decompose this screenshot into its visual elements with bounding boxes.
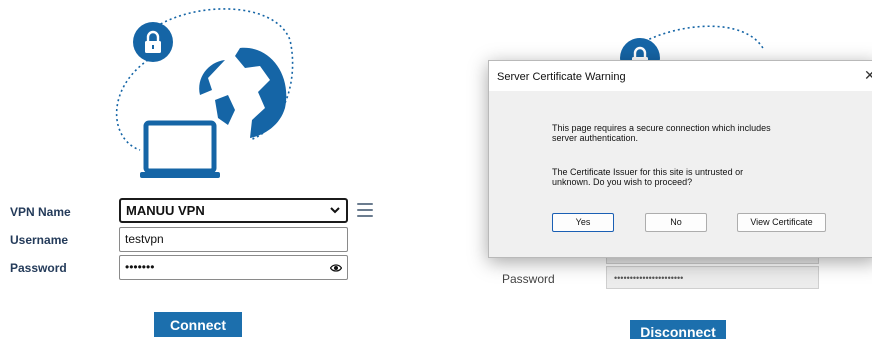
dialog-message-secure-connection: This page requires a secure connection w… [552,123,771,143]
laptop-icon [140,120,220,178]
password-masked-value-disabled: •••••••••••••••••••••• [614,273,684,283]
username-value: testvpn [125,232,164,246]
close-icon[interactable]: ✕ [864,67,872,84]
lock-icon [133,22,173,62]
dialog-title: Server Certificate Warning [497,71,626,83]
vpn-name-label: VPN Name [10,205,71,219]
password-label: Password [10,261,67,275]
username-label: Username [10,233,69,247]
username-input[interactable]: testvpn [119,227,348,252]
password-input[interactable]: ••••••• [119,255,348,280]
password-label-disabled: Password [502,272,555,286]
chevron-down-icon [330,207,340,214]
eye-icon[interactable] [330,262,342,274]
yes-button[interactable]: Yes [552,213,614,232]
vpn-name-selected-value: MANUU VPN [126,203,205,218]
disconnect-button[interactable]: Disconnect [630,320,726,339]
vpn-name-select[interactable]: MANUU VPN [119,198,348,223]
password-masked-value: ••••••• [125,260,155,274]
no-button[interactable]: No [645,213,707,232]
vpn-hero-illustration [100,0,300,185]
password-field-disabled: •••••••••••••••••••••• [606,266,819,289]
server-certificate-warning-dialog: Server Certificate Warning ✕ This page r… [488,60,872,258]
dialog-titlebar[interactable]: Server Certificate Warning ✕ [489,61,872,91]
dialog-message-untrusted-issuer: The Certificate Issuer for this site is … [552,167,744,187]
view-certificate-button[interactable]: View Certificate [737,213,826,232]
connect-button[interactable]: Connect [154,312,242,337]
hamburger-menu-icon[interactable] [357,203,373,217]
vpn-connect-panel: VPN Name MANUU VPN Username testvpn Pass… [0,0,436,339]
